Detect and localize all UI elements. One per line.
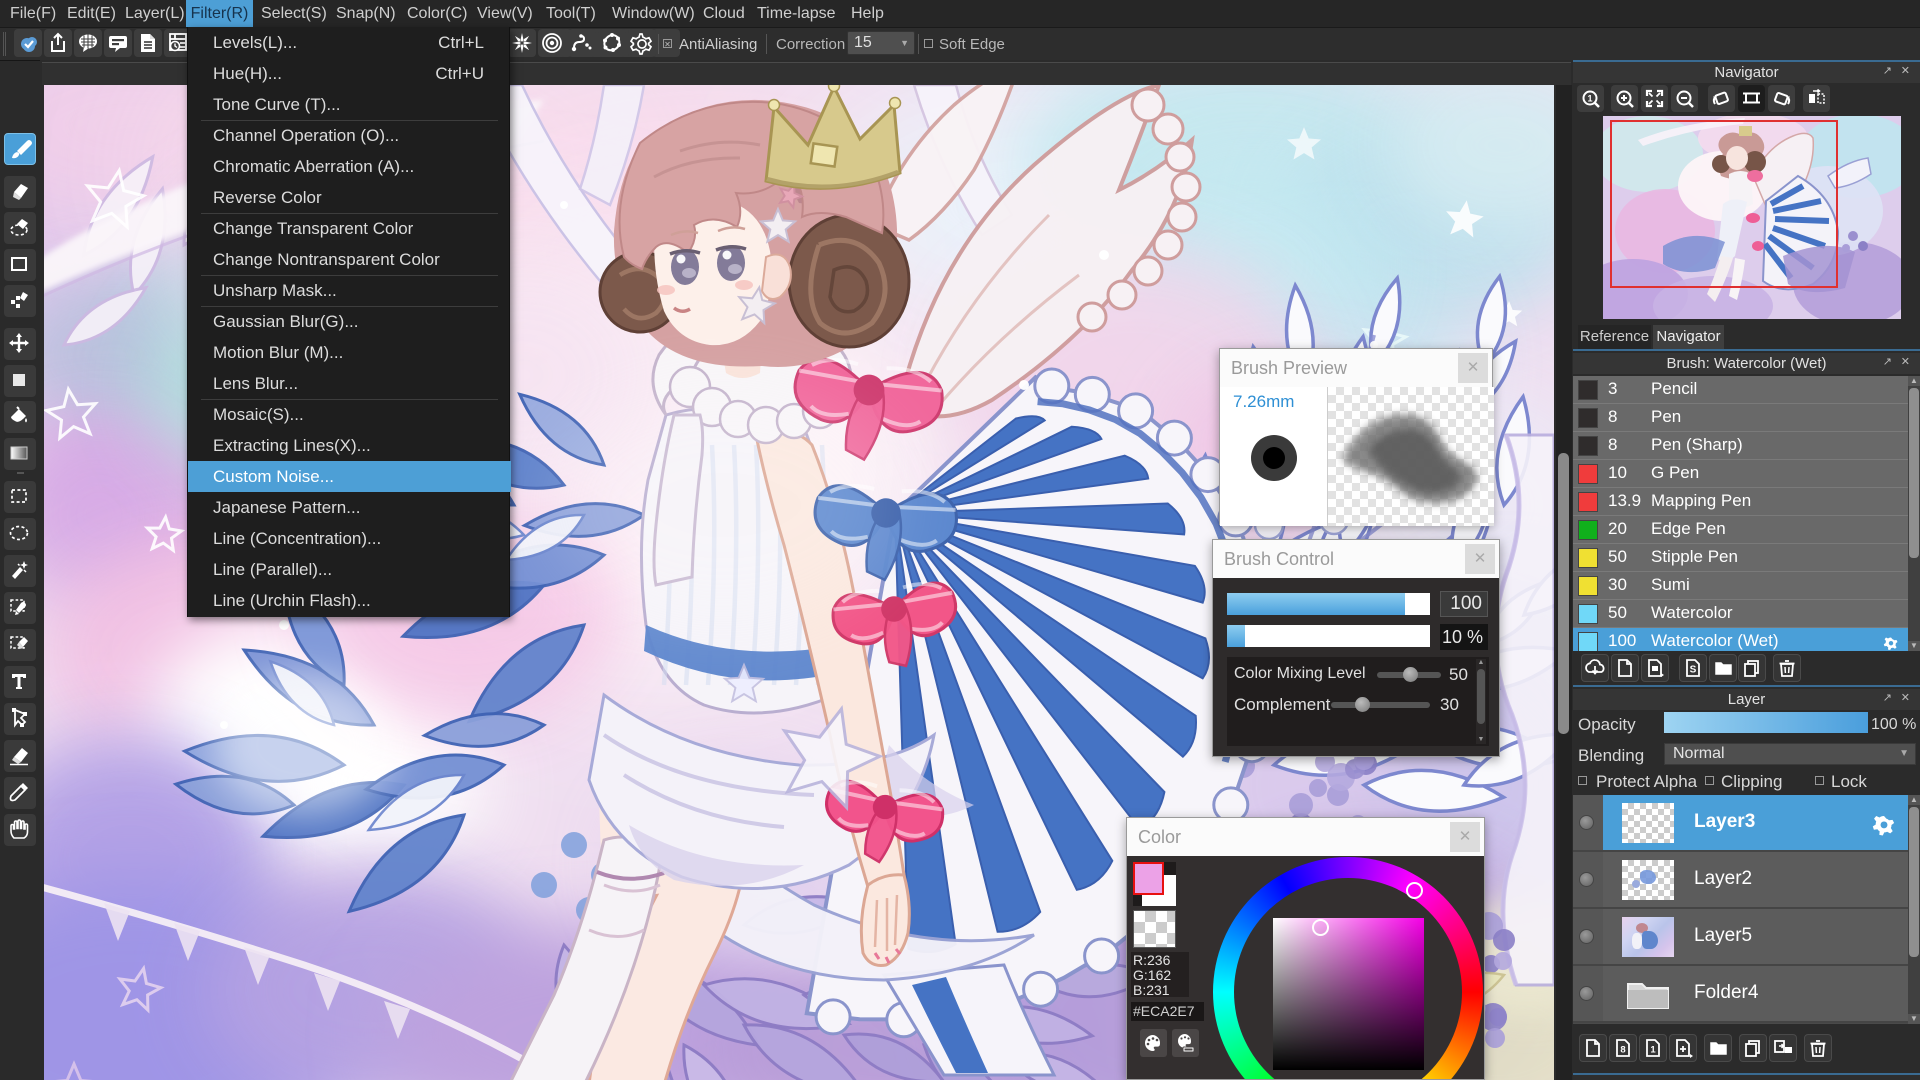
svg-text:1: 1 [1650, 1045, 1656, 1056]
svg-text:1: 1 [1587, 94, 1592, 104]
svg-text:S: S [1690, 665, 1697, 676]
svg-text:8: 8 [1620, 1045, 1625, 1056]
